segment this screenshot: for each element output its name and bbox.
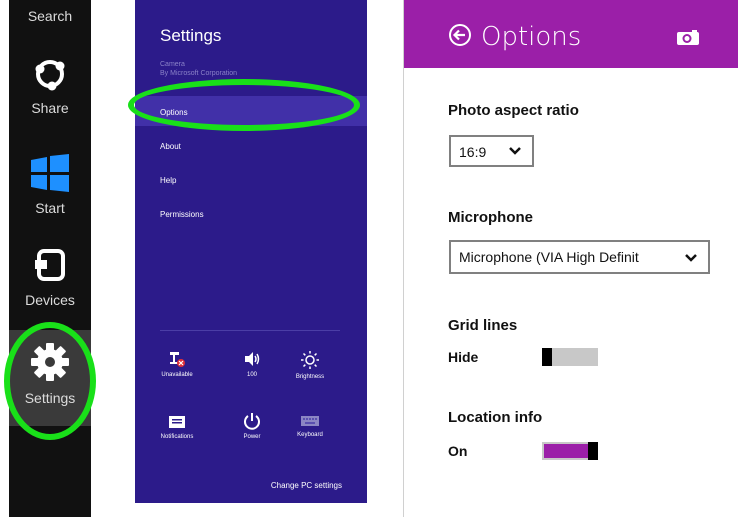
qs-network[interactable]: Unavailable bbox=[147, 350, 207, 378]
microphone-select[interactable]: Microphone (VIA High Definit bbox=[449, 240, 710, 274]
gear-icon bbox=[31, 343, 69, 381]
photo-aspect-ratio-label: Photo aspect ratio bbox=[448, 102, 579, 119]
charm-settings-label: Settings bbox=[24, 390, 76, 406]
menu-item-options[interactable]: Options bbox=[160, 108, 188, 117]
charms-bar: Search Share Start Devices Settings bbox=[9, 0, 91, 517]
grid-lines-label: Grid lines bbox=[448, 317, 518, 334]
camera-icon[interactable] bbox=[676, 28, 700, 46]
photo-aspect-ratio-value: 16:9 bbox=[459, 144, 487, 160]
microphone-label: Microphone bbox=[448, 209, 533, 226]
qs-notifications[interactable]: Notifications bbox=[147, 414, 207, 440]
grid-lines-toggle-thumb bbox=[542, 348, 552, 366]
qs-brightness-label: Brightness bbox=[295, 374, 325, 380]
qs-power-label: Power bbox=[243, 434, 261, 440]
charm-devices-label: Devices bbox=[25, 292, 75, 308]
qs-power[interactable]: Power bbox=[222, 412, 282, 440]
menu-item-permissions[interactable]: Permissions bbox=[160, 210, 204, 219]
qs-notifications-label: Notifications bbox=[160, 434, 194, 440]
app-info: Camera By Microsoft Corporation bbox=[160, 60, 237, 78]
location-info-label: Location info bbox=[448, 409, 543, 426]
volume-icon bbox=[245, 352, 260, 366]
charm-share[interactable]: Share bbox=[9, 56, 91, 116]
options-pane: Options Photo aspect ratio 16:9 Micropho… bbox=[403, 0, 738, 517]
share-icon bbox=[35, 60, 65, 91]
grid-lines-toggle[interactable] bbox=[542, 348, 598, 366]
keyboard-icon bbox=[301, 416, 319, 426]
charm-search-label[interactable]: Search bbox=[9, 8, 91, 24]
charm-start[interactable]: Start bbox=[9, 154, 91, 216]
photo-aspect-ratio-select[interactable]: 16:9 bbox=[449, 135, 534, 167]
qs-network-label: Unavailable bbox=[161, 372, 193, 378]
power-icon bbox=[244, 413, 260, 430]
settings-pane: Settings Camera By Microsoft Corporation… bbox=[135, 0, 367, 503]
settings-title: Settings bbox=[160, 26, 222, 45]
menu-item-help[interactable]: Help bbox=[160, 176, 176, 185]
qs-keyboard[interactable]: Keyboard bbox=[280, 414, 340, 438]
brightness-icon bbox=[301, 351, 319, 369]
windows-logo-icon bbox=[31, 154, 69, 192]
notifications-icon bbox=[169, 416, 185, 428]
location-info-toggle-thumb bbox=[588, 442, 598, 460]
network-unavailable-icon bbox=[170, 352, 185, 367]
chevron-down-icon bbox=[509, 147, 521, 155]
charm-share-label: Share bbox=[31, 100, 69, 116]
options-title: Options bbox=[481, 22, 582, 52]
options-header: Options bbox=[404, 0, 738, 68]
back-arrow-icon[interactable] bbox=[449, 24, 471, 46]
grid-lines-state: Hide bbox=[448, 349, 479, 365]
location-info-state: On bbox=[448, 443, 468, 459]
menu-item-about[interactable]: About bbox=[160, 142, 181, 151]
qs-volume[interactable]: 100 bbox=[222, 350, 282, 378]
qs-keyboard-label: Keyboard bbox=[297, 432, 323, 438]
qs-brightness[interactable]: Brightness bbox=[280, 350, 340, 380]
chevron-down-icon bbox=[685, 254, 697, 262]
devices-icon bbox=[35, 249, 65, 281]
change-pc-settings-link[interactable]: Change PC settings bbox=[271, 481, 342, 490]
app-publisher: By Microsoft Corporation bbox=[160, 70, 238, 77]
divider bbox=[160, 330, 340, 331]
location-info-toggle[interactable] bbox=[542, 442, 598, 460]
app-name: Camera bbox=[160, 61, 185, 68]
charm-settings[interactable]: Settings bbox=[9, 342, 91, 406]
charm-devices[interactable]: Devices bbox=[9, 248, 91, 308]
qs-volume-label: 100 bbox=[246, 372, 257, 378]
microphone-value: Microphone (VIA High Definit bbox=[459, 249, 639, 265]
charm-start-label: Start bbox=[35, 200, 65, 216]
